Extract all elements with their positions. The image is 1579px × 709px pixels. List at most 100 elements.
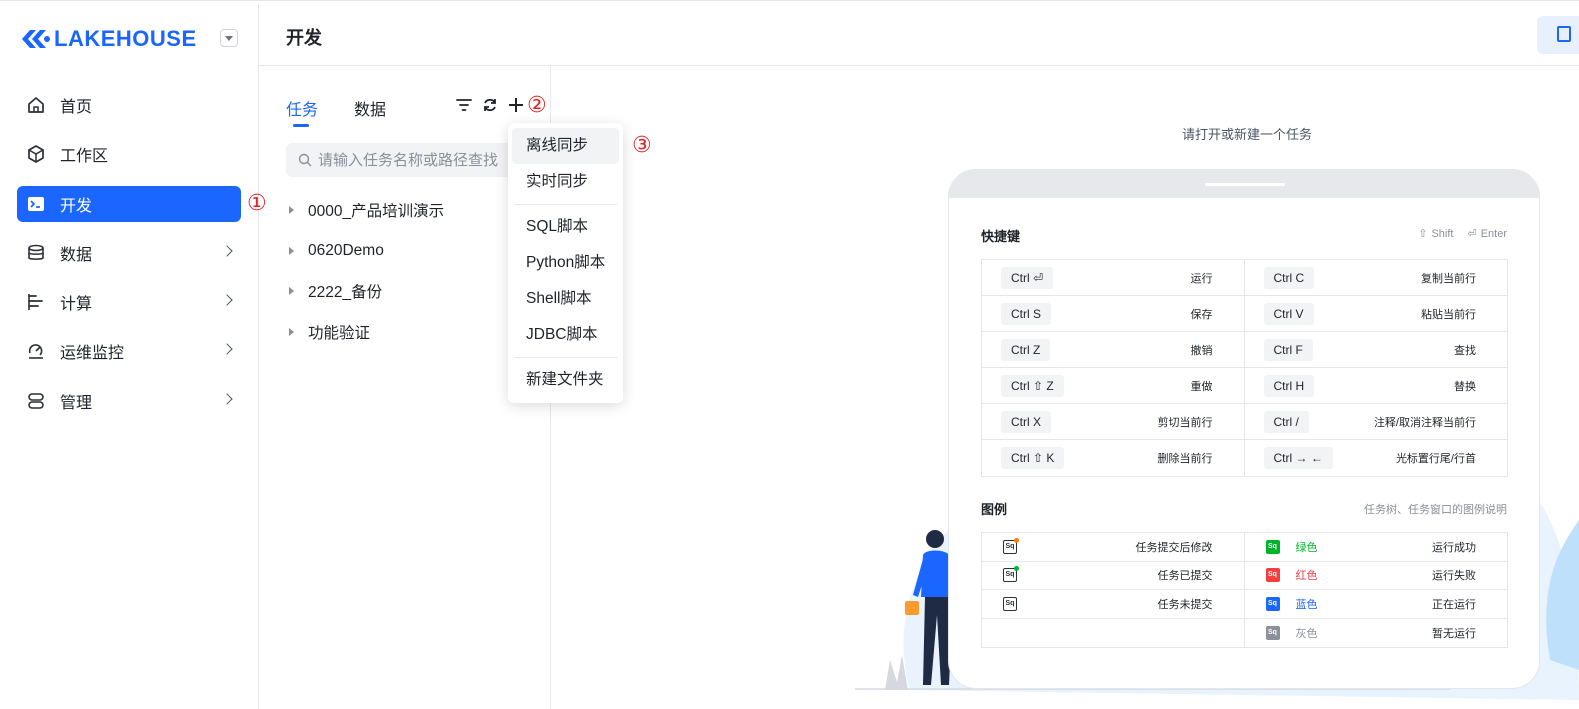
sql-task-icon: Sq — [1003, 566, 1019, 583]
shortcut-cell: Ctrl → ← 光标置行尾/行首 — [1245, 440, 1508, 476]
sidebar-item-develop[interactable]: 开发 — [17, 185, 241, 222]
legend-cell: Sq 红色 运行失败 — [1245, 562, 1508, 590]
shortcut-cell: Ctrl C 复制当前行 — [1245, 260, 1508, 295]
tree-folder[interactable]: 0620Demo — [289, 231, 444, 272]
sidebar-item-workspace[interactable]: 工作区 — [17, 136, 241, 172]
menu-item-jdbc-script[interactable]: JDBC脚本 — [512, 317, 619, 353]
legend-table: Sq 任务提交后修改 Sq 绿色 运行成功 Sq 任务已提交 Sq 红色 运行失… — [981, 532, 1508, 648]
add-dropdown-menu: 离线同步 实时同步 SQL脚本 Python脚本 Shell脚本 JDBC脚本 … — [508, 123, 623, 403]
page-header: 开发 — [259, 4, 1579, 66]
search-icon — [298, 153, 312, 167]
shortcut-cell: Ctrl ⇧ K 删除当前行 — [982, 440, 1245, 476]
legend-desc: 运行成功 — [1432, 541, 1476, 554]
legend-color-name: 蓝色 — [1295, 598, 1318, 611]
card-top-bar — [949, 170, 1539, 198]
server-icon — [26, 391, 46, 411]
menu-item-realtime-sync[interactable]: 实时同步 — [512, 164, 619, 200]
shortcut-cell: Ctrl ⏎ 运行 — [982, 260, 1245, 295]
home-icon — [26, 95, 46, 115]
modified-dot-icon — [1014, 537, 1019, 543]
page-title: 开发 — [286, 28, 322, 48]
header-action-button[interactable] — [1537, 16, 1579, 54]
shortcut-desc: 替换 — [1454, 380, 1476, 393]
sql-task-icon: Sq — [1265, 596, 1280, 611]
logo-text: LAKEHOUSE — [54, 26, 197, 51]
filter-icon[interactable] — [455, 96, 473, 114]
shortcut-cell: Ctrl H 替换 — [1245, 368, 1508, 403]
caret-right-icon[interactable] — [289, 206, 294, 215]
shortcut-desc: 复制当前行 — [1421, 272, 1476, 285]
logo[interactable]: LAKEHOUSE — [19, 26, 197, 52]
legend-cell: Sq 蓝色 正在运行 — [1245, 590, 1508, 618]
menu-item-new-folder[interactable]: 新建文件夹 — [512, 362, 619, 398]
table-row: Ctrl ⏎ 运行 Ctrl C 复制当前行 — [982, 260, 1507, 296]
sql-task-icon: Sq — [1265, 539, 1280, 554]
legend-cell: Sq 任务已提交 — [982, 561, 1245, 589]
terminal-icon — [26, 194, 46, 214]
tree-folder[interactable]: 0000_产品培训演示 — [289, 190, 444, 231]
sql-task-icon: Sq — [1265, 625, 1280, 640]
legend-hint: 任务树、任务窗口的图例说明 — [1364, 504, 1507, 516]
shortcut-cell: Ctrl Z 撤销 — [982, 332, 1245, 367]
panel-tabs: 任务 数据 — [286, 96, 386, 127]
menu-item-shell-script[interactable]: Shell脚本 — [512, 281, 619, 317]
shortcut-desc: 光标置行尾/行首 — [1395, 453, 1476, 465]
shortcut-keys: Ctrl / — [1263, 410, 1309, 433]
tab-data[interactable]: 数据 — [354, 96, 386, 120]
shortcut-keys: Ctrl H — [1263, 374, 1315, 397]
task-search — [286, 143, 536, 177]
shortcut-keys: Ctrl V — [1263, 302, 1314, 325]
tree-folder-label: 2222_备份 — [308, 284, 383, 302]
bars-icon — [26, 292, 46, 312]
sidebar-item-label: 计算 — [60, 296, 93, 314]
shortcut-cell: Ctrl F 查找 — [1245, 332, 1508, 367]
table-row: Sq 灰色 暂无运行 — [982, 618, 1507, 647]
shortcut-keys: Ctrl F — [1263, 338, 1313, 361]
shortcuts-hint: ⇧ Shift ⏎ Enter — [1418, 227, 1507, 241]
legend-desc: 任务未提交 — [1157, 598, 1213, 611]
legend-color-name: 绿色 — [1295, 541, 1318, 554]
caret-right-icon[interactable] — [289, 327, 294, 336]
menu-item-python-script[interactable]: Python脚本 — [512, 245, 619, 281]
sidebar-item-ops-monitor[interactable]: 运维监控 — [17, 333, 241, 369]
tree-folder[interactable]: 功能验证 — [289, 312, 444, 353]
table-row: Sq 任务提交后修改 Sq 绿色 运行成功 — [982, 533, 1507, 562]
menu-divider — [514, 357, 617, 358]
sidebar-item-label: 管理 — [60, 394, 93, 412]
menu-item-offline-sync[interactable]: 离线同步 — [512, 128, 619, 164]
sidebar-item-label: 数据 — [60, 246, 93, 264]
lakehouse-logo-icon — [22, 30, 50, 48]
shortcut-desc: 粘贴当前行 — [1421, 308, 1476, 321]
table-row: Ctrl Z 撤销 Ctrl F 查找 — [982, 332, 1507, 368]
table-row: Ctrl X 剪切当前行 Ctrl / 注释/取消注释当前行 — [982, 404, 1507, 440]
shortcut-desc: 重做 — [1190, 380, 1213, 393]
shortcut-keys: Ctrl ⏎ — [1001, 266, 1054, 289]
sidebar-item-compute[interactable]: 计算 — [17, 284, 241, 320]
search-input[interactable] — [318, 151, 518, 169]
shortcut-keys: Ctrl C — [1263, 266, 1315, 289]
sidebar-item-data[interactable]: 数据 — [17, 235, 241, 271]
legend-title: 图例 — [981, 502, 1008, 517]
caret-right-icon[interactable] — [289, 246, 294, 255]
shift-label: Shift — [1431, 227, 1454, 240]
database-icon — [26, 243, 46, 263]
caret-right-icon[interactable] — [289, 287, 294, 296]
refresh-icon[interactable] — [481, 96, 499, 114]
sidebar-item-label: 首页 — [60, 99, 93, 116]
legend-desc: 运行失败 — [1432, 570, 1476, 583]
shortcut-keys: Ctrl X — [1001, 410, 1051, 433]
shortcut-keys: Ctrl ⇧ Z — [1001, 374, 1064, 397]
legend-cell — [982, 618, 1245, 647]
annotation-marker-3: ③ — [632, 133, 652, 158]
sql-task-icon: Sq — [1003, 537, 1019, 554]
sidebar-item-home[interactable]: 首页 — [17, 87, 241, 123]
sidebar-item-manage[interactable]: 管理 — [17, 383, 241, 419]
menu-item-sql-script[interactable]: SQL脚本 — [512, 209, 619, 245]
shortcut-desc: 删除当前行 — [1157, 453, 1213, 465]
shortcut-cell: Ctrl S 保存 — [982, 296, 1245, 331]
shortcut-desc: 剪切当前行 — [1157, 416, 1213, 429]
tree-folder[interactable]: 2222_备份 — [289, 271, 444, 312]
add-icon[interactable] — [507, 96, 525, 114]
workspace-dropdown-icon[interactable] — [220, 29, 238, 47]
tab-tasks[interactable]: 任务 — [286, 96, 318, 127]
